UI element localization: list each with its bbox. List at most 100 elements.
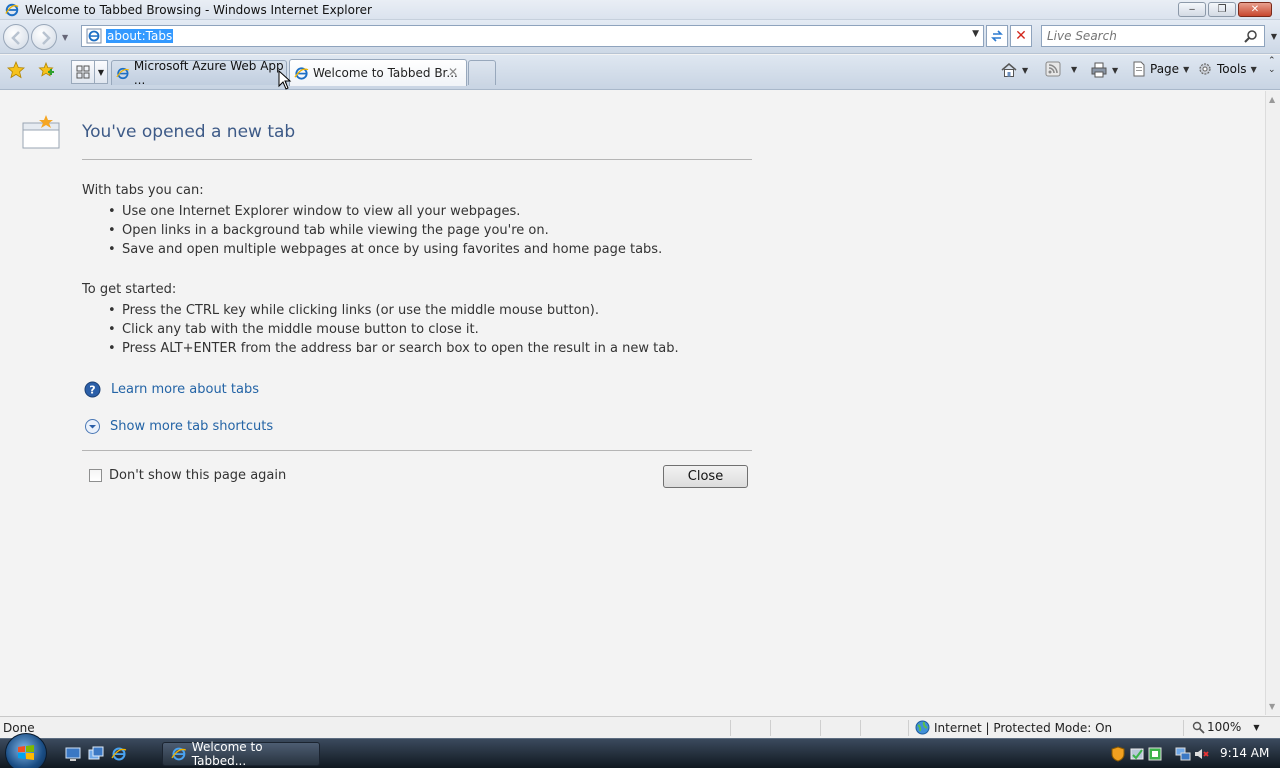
close-window-button[interactable]: ✕ <box>1238 2 1272 17</box>
tab-welcome-tabbed-browsing[interactable]: Welcome to Tabbed Br... ✕ <box>289 59 467 86</box>
back-arrow-icon <box>11 31 20 45</box>
tools-menu-label: Tools <box>1217 62 1247 76</box>
search-box[interactable] <box>1041 25 1265 47</box>
list-item: Open links in a background tab while vie… <box>108 221 662 240</box>
forward-button[interactable] <box>31 24 57 50</box>
learn-more-about-tabs-link[interactable]: ? Learn more about tabs <box>84 381 259 398</box>
minimize-button[interactable]: ‒ <box>1178 2 1206 17</box>
search-options-dropdown-icon[interactable]: ▼ <box>1271 32 1277 41</box>
zoom-control[interactable]: 100% ▼ <box>1192 720 1259 734</box>
zoom-dropdown-icon[interactable]: ▼ <box>1253 723 1259 732</box>
switch-windows-icon[interactable] <box>88 746 104 762</box>
tab-bar: ▼ Microsoft Azure Web App ... Welcome to… <box>0 55 1280 90</box>
dont-show-again-option[interactable]: Don't show this page again <box>89 468 286 483</box>
page-title: You've opened a new tab <box>82 122 296 142</box>
tools-dropdown-icon: ▼ <box>1250 64 1257 74</box>
home-button[interactable]: ▼ <box>1000 61 1028 79</box>
status-divider <box>908 720 909 736</box>
svg-text:?: ? <box>89 384 95 397</box>
home-icon <box>1001 63 1017 77</box>
updates-icon[interactable] <box>1129 746 1145 762</box>
get-started-list: Press the CTRL key while clicking links … <box>108 301 679 358</box>
stop-button[interactable]: ✕ <box>1010 25 1032 47</box>
maximize-button[interactable]: ❐ <box>1208 2 1236 17</box>
status-divider <box>730 720 731 736</box>
add-to-favorites-icon[interactable] <box>37 61 55 79</box>
tools-menu[interactable]: Tools ▼ <box>1197 61 1257 77</box>
status-divider <box>770 720 771 736</box>
network-icon[interactable] <box>1175 746 1191 762</box>
security-zone-label: Internet | Protected Mode: On <box>934 720 1113 735</box>
status-divider <box>860 720 861 736</box>
title-bar: Welcome to Tabbed Browsing - Windows Int… <box>0 0 1280 20</box>
windows-logo-icon <box>18 745 34 760</box>
list-item: Click any tab with the middle mouse butt… <box>108 320 679 339</box>
list-item: Press the CTRL key while clicking links … <box>108 301 679 320</box>
dont-show-again-checkbox[interactable] <box>89 469 102 482</box>
scroll-up-arrow-icon[interactable]: ▲ <box>1269 95 1275 104</box>
list-item: Use one Internet Explorer window to view… <box>108 202 662 221</box>
list-item: Press ALT+ENTER from the address bar or … <box>108 339 679 358</box>
taskbar-item-label: Welcome to Tabbed... <box>191 740 263 768</box>
favorites-center-star-icon[interactable] <box>7 61 25 79</box>
learn-more-label[interactable]: Learn more about tabs <box>111 382 259 397</box>
tab-list-dropdown[interactable]: ▼ <box>95 60 108 84</box>
security-zone[interactable]: Internet | Protected Mode: On <box>915 720 1112 735</box>
show-shortcuts-label[interactable]: Show more tab shortcuts <box>110 419 273 434</box>
new-tab-page-icon <box>22 115 60 149</box>
security-shield-icon[interactable] <box>1110 746 1126 762</box>
address-url[interactable]: about:Tabs <box>106 29 174 43</box>
print-dropdown-icon[interactable]: ▼ <box>1112 66 1118 75</box>
rss-feed-icon <box>1045 61 1061 77</box>
system-tray <box>1110 739 1209 768</box>
toolbar-overflow-chevron-icon[interactable]: ⌃ ⌄ <box>1268 57 1276 75</box>
quick-tabs-button[interactable] <box>71 60 95 84</box>
navigation-bar: ▼ about:Tabs ▼ ✕ ▼ <box>0 20 1280 54</box>
taskbar-item-internet-explorer[interactable]: Welcome to Tabbed... <box>162 740 320 768</box>
internet-explorer-icon <box>171 747 187 761</box>
dont-show-again-label: Don't show this page again <box>109 468 287 483</box>
tab-close-icon[interactable]: ✕ <box>448 65 458 79</box>
feeds-dropdown-icon[interactable]: ▼ <box>1071 65 1077 74</box>
internet-explorer-icon <box>5 3 19 16</box>
show-more-tab-shortcuts-link[interactable]: Show more tab shortcuts <box>84 418 273 435</box>
zoom-level: 100% <box>1207 720 1242 734</box>
back-button[interactable] <box>3 24 29 50</box>
print-button[interactable]: ▼ <box>1090 61 1118 79</box>
feeds-button[interactable]: ▼ <box>1045 61 1077 77</box>
tab-microsoft-azure[interactable]: Microsoft Azure Web App ... <box>111 59 287 87</box>
start-button[interactable] <box>5 733 47 768</box>
home-dropdown-icon[interactable]: ▼ <box>1022 66 1028 75</box>
globe-icon <box>915 720 930 735</box>
scroll-down-arrow-icon[interactable]: ▼ <box>1269 702 1275 711</box>
internet-explorer-quicklaunch-icon[interactable] <box>111 746 127 762</box>
mouse-pointer-icon <box>278 70 292 90</box>
window-title: Welcome to Tabbed Browsing - Windows Int… <box>25 2 372 17</box>
page-icon <box>1133 61 1145 77</box>
system-clock[interactable]: 9:14 AM <box>1220 746 1269 760</box>
recent-pages-dropdown-icon[interactable]: ▼ <box>62 33 68 42</box>
refresh-button[interactable] <box>986 25 1008 47</box>
tab-ie-icon <box>294 66 309 80</box>
show-desktop-icon[interactable] <box>65 746 81 762</box>
vertical-scrollbar[interactable]: ▲ ▼ <box>1265 91 1280 715</box>
windows-defender-icon[interactable] <box>1147 746 1163 762</box>
refresh-icon <box>991 30 1003 42</box>
close-button[interactable]: Close <box>663 465 748 488</box>
zoom-magnifier-icon <box>1192 721 1205 734</box>
list-item: Save and open multiple webpages at once … <box>108 240 662 259</box>
divider <box>82 450 752 451</box>
divider <box>82 159 752 160</box>
page-menu[interactable]: Page ▼ <box>1131 61 1189 77</box>
tabs-intro: With tabs you can: <box>82 183 204 198</box>
tab-benefits-list: Use one Internet Explorer window to view… <box>108 202 662 259</box>
search-input[interactable] <box>1042 29 1232 43</box>
volume-muted-icon[interactable] <box>1193 746 1209 762</box>
address-bar[interactable]: about:Tabs ▼ <box>81 25 984 47</box>
address-dropdown-icon[interactable]: ▼ <box>972 29 979 39</box>
help-icon: ? <box>84 381 101 398</box>
chevron-down-icon: ▼ <box>97 67 105 77</box>
tab-label: Microsoft Azure Web App ... <box>133 59 284 87</box>
search-icon[interactable] <box>1244 29 1258 43</box>
new-tab-button[interactable] <box>468 60 496 85</box>
